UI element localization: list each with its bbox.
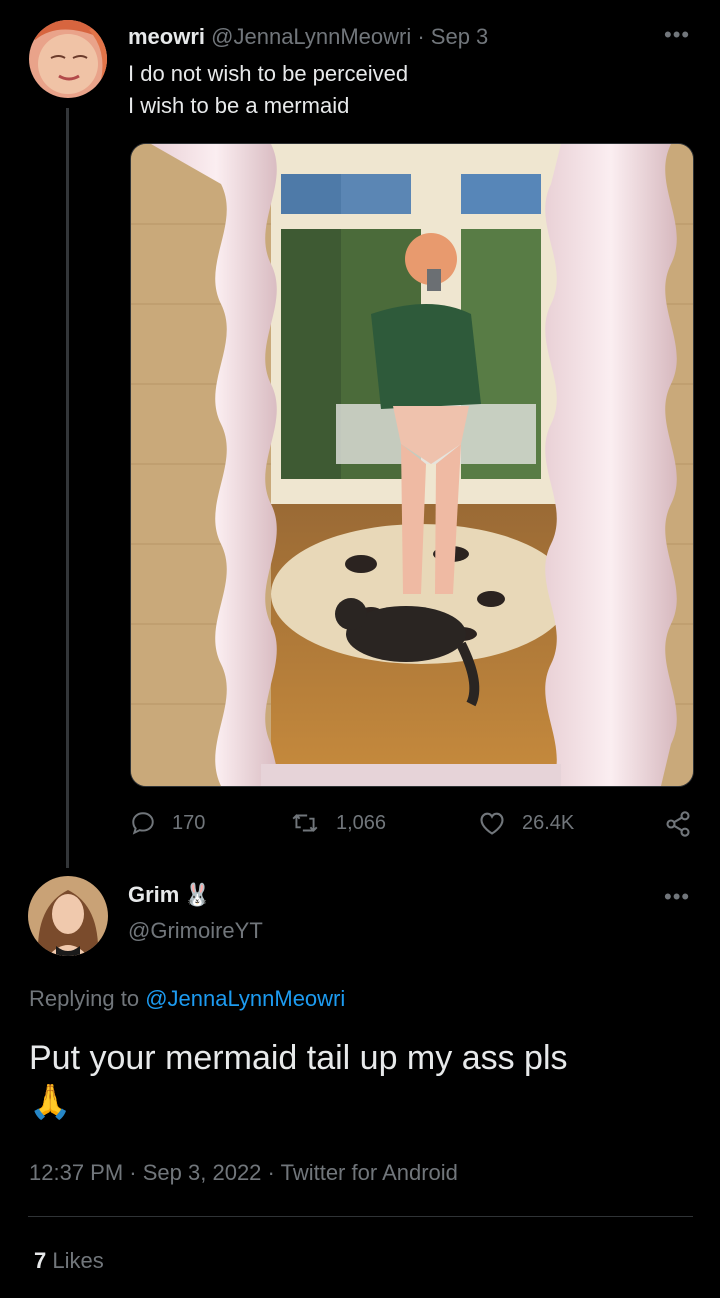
reply-author-row: Grim 🐰 — [128, 882, 211, 908]
speech-bubble-icon — [132, 812, 154, 835]
author-name[interactable]: meowri — [128, 24, 205, 49]
reply-more-dots-icon[interactable]: ••• — [664, 884, 690, 910]
header-separator: · — [417, 24, 425, 49]
reply-meta: 12:37 PM · Sep 3, 2022 · Twitter for And… — [29, 1160, 458, 1186]
author-handle[interactable]: @JennaLynnMeowri — [211, 24, 411, 49]
reply-likes-label: Likes — [52, 1248, 104, 1273]
like-action[interactable]: 26.4K — [478, 810, 574, 836]
replying-to: Replying to @JennaLynnMeowri — [29, 986, 345, 1012]
meta-separator-2: · — [267, 1160, 275, 1185]
rabbit-emoji-icon: 🐰 — [183, 882, 212, 907]
like-count: 26.4K — [522, 811, 575, 834]
retweet-action[interactable]: 1,066 — [290, 810, 386, 836]
replying-to-handle[interactable]: @JennaLynnMeowri — [145, 986, 345, 1011]
retweet-icon — [292, 814, 318, 832]
reply-likes-count: 7 — [34, 1248, 47, 1273]
meta-separator-1: · — [129, 1160, 137, 1185]
author-avatar[interactable] — [29, 20, 107, 98]
reply-source[interactable]: Twitter for Android — [281, 1160, 458, 1185]
share-action[interactable] — [664, 810, 708, 838]
reply-time[interactable]: 12:37 PM — [29, 1160, 123, 1185]
reply-author-name[interactable]: Grim — [128, 882, 179, 907]
reply-action[interactable]: 170 — [130, 810, 205, 836]
reply-count: 170 — [172, 811, 206, 834]
reply-text-line: Put your mermaid tail up my ass pls — [29, 1039, 568, 1077]
tweet-date[interactable]: Sep 3 — [431, 24, 489, 49]
tweet-text-line-2: I wish to be a mermaid — [128, 93, 350, 118]
heart-icon — [480, 812, 504, 835]
replying-to-prefix: Replying to — [29, 986, 140, 1011]
tweet-text-line-1: I do not wish to be perceived — [128, 61, 409, 86]
tweet-header: meowri @JennaLynnMeowri · Sep 3 — [128, 24, 488, 50]
divider — [28, 1216, 693, 1217]
reply-author-avatar[interactable] — [28, 876, 108, 956]
tweet-media-image[interactable] — [130, 143, 694, 787]
tweet-text: I do not wish to be perceived I wish to … — [128, 58, 408, 122]
reply-author-handle[interactable]: @GrimoireYT — [128, 918, 263, 944]
folded-hands-emoji-icon: 🙏 — [29, 1083, 72, 1121]
reply-date[interactable]: Sep 3, 2022 — [143, 1160, 262, 1185]
reply-likes[interactable]: 7 Likes — [34, 1248, 104, 1274]
more-dots-icon[interactable]: ••• — [664, 22, 690, 48]
share-icon — [666, 811, 690, 837]
retweet-count: 1,066 — [336, 811, 387, 834]
thread-line — [66, 108, 69, 868]
reply-text: Put your mermaid tail up my ass pls 🙏 — [29, 1036, 689, 1124]
